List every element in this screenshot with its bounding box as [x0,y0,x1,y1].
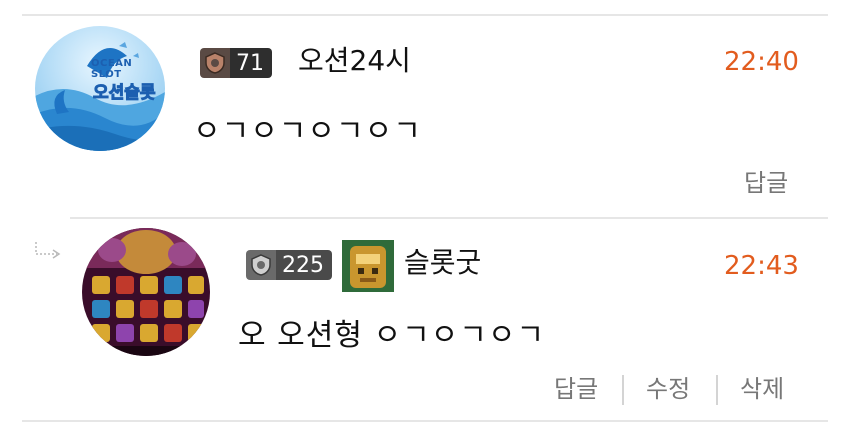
reply-arrow-icon [33,240,63,266]
comment-text: ㅇㄱㅇㄱㅇㄱㅇㄱ [193,114,422,149]
delete-button[interactable]: 삭제 [740,374,784,404]
reply-button[interactable]: 답글 [744,168,788,198]
slot-game-thumbnail-icon [82,228,210,356]
shield-level-icon [246,250,276,280]
avatar-logo-title: 오션슬롯 [93,83,157,104]
level-number: 71 [230,48,272,78]
nickname[interactable]: 오션24시 [298,44,411,78]
bottom-divider [22,420,828,422]
reply-divider [70,217,828,219]
shield-level-icon [200,48,230,78]
avatar[interactable] [82,228,210,356]
nickname[interactable]: 슬롯굿 [404,246,481,280]
level-badge: 225 [246,250,332,280]
comment-text: 오 오션형 ㅇㄱㅇㄱㅇㄱ [238,318,546,353]
action-separator [622,375,624,405]
edit-button[interactable]: 수정 [646,374,690,404]
level-badge: 71 [200,48,272,78]
avatar-logo-subtitle: OCEAN SLOT [91,58,133,80]
timestamp: 22:43 [724,251,799,281]
timestamp: 22:40 [724,47,799,77]
reply-button[interactable]: 답글 [554,374,598,404]
action-separator [716,375,718,405]
level-number: 225 [276,250,332,280]
avatar[interactable]: OCEAN SLOT 오션슬롯 [35,26,165,151]
golden-idol-badge-icon [342,240,394,292]
top-divider [22,14,828,16]
